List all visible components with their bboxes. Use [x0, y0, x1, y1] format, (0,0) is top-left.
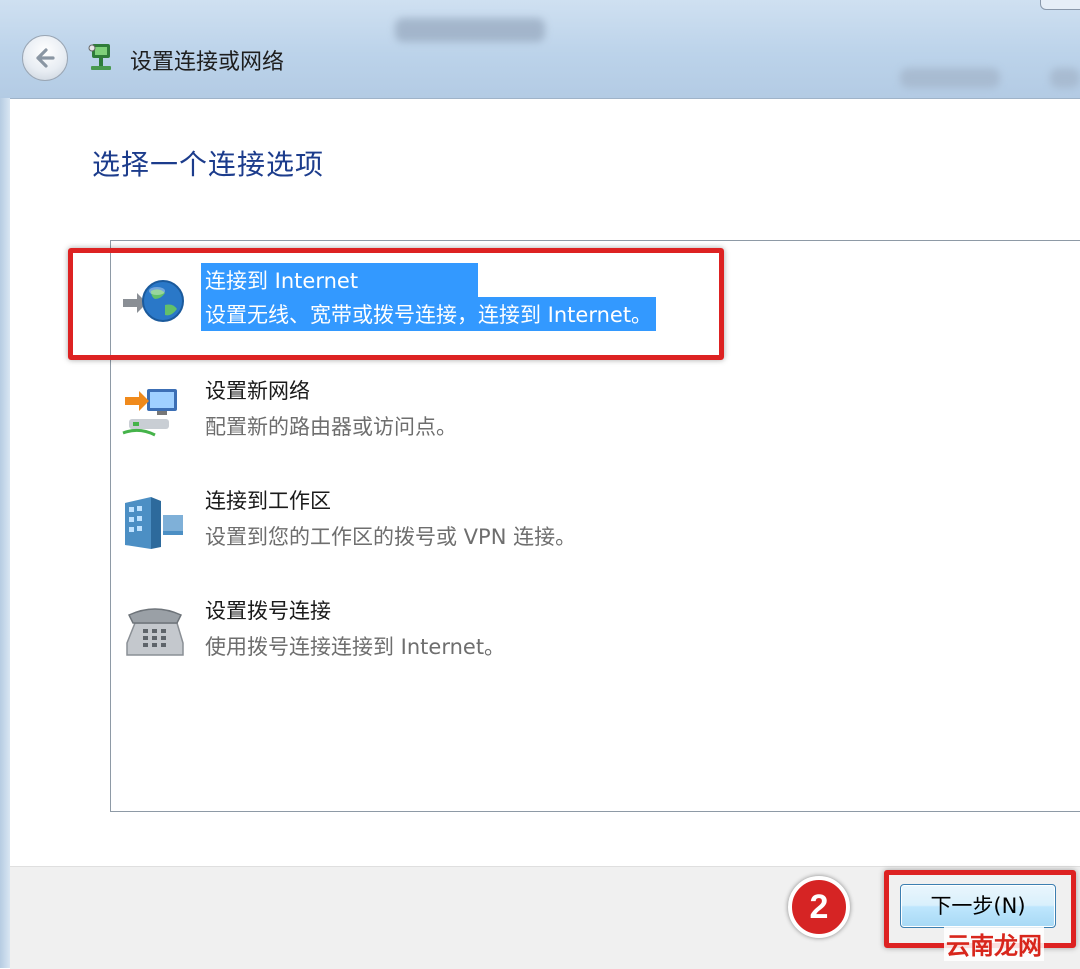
new-network-icon	[122, 389, 177, 437]
back-arrow-icon	[36, 48, 55, 68]
dialup-phone-icon	[126, 608, 184, 656]
option-dialup[interactable]: 设置拨号连接 使用拨号连接连接到 Internet。	[121, 593, 1021, 677]
step-number-badge: 2	[788, 876, 850, 938]
blurred-address-text	[395, 18, 545, 42]
network-setup-icon	[88, 44, 111, 70]
option-description: 使用拨号连接连接到 Internet。	[205, 635, 506, 659]
option-title: 设置新网络	[205, 379, 310, 403]
window-title: 设置连接或网络	[130, 50, 285, 75]
page-heading: 选择一个连接选项	[92, 148, 325, 181]
watermark-text: 云南龙网	[944, 926, 1044, 961]
blurred-toolbar-text-2	[1050, 68, 1080, 88]
option-description: 配置新的路由器或访问点。	[205, 415, 457, 439]
option-title: 连接到工作区	[205, 489, 331, 513]
blurred-toolbar-text	[900, 68, 1000, 88]
option-new-network[interactable]: 设置新网络 配置新的路由器或访问点。	[121, 373, 1021, 457]
window-frame-left	[0, 98, 10, 968]
window-control-button[interactable]	[1040, 0, 1080, 10]
title-bar: 设置连接或网络	[0, 0, 1080, 98]
option-title: 设置拨号连接	[205, 599, 331, 623]
option-connect-workplace[interactable]: 连接到工作区 设置到您的工作区的拨号或 VPN 连接。	[121, 483, 1021, 567]
content-divider	[10, 98, 1080, 99]
highlight-box-option	[68, 248, 724, 360]
option-description: 设置到您的工作区的拨号或 VPN 连接。	[205, 525, 577, 549]
back-button[interactable]	[22, 35, 68, 81]
workplace-icon	[125, 497, 183, 549]
